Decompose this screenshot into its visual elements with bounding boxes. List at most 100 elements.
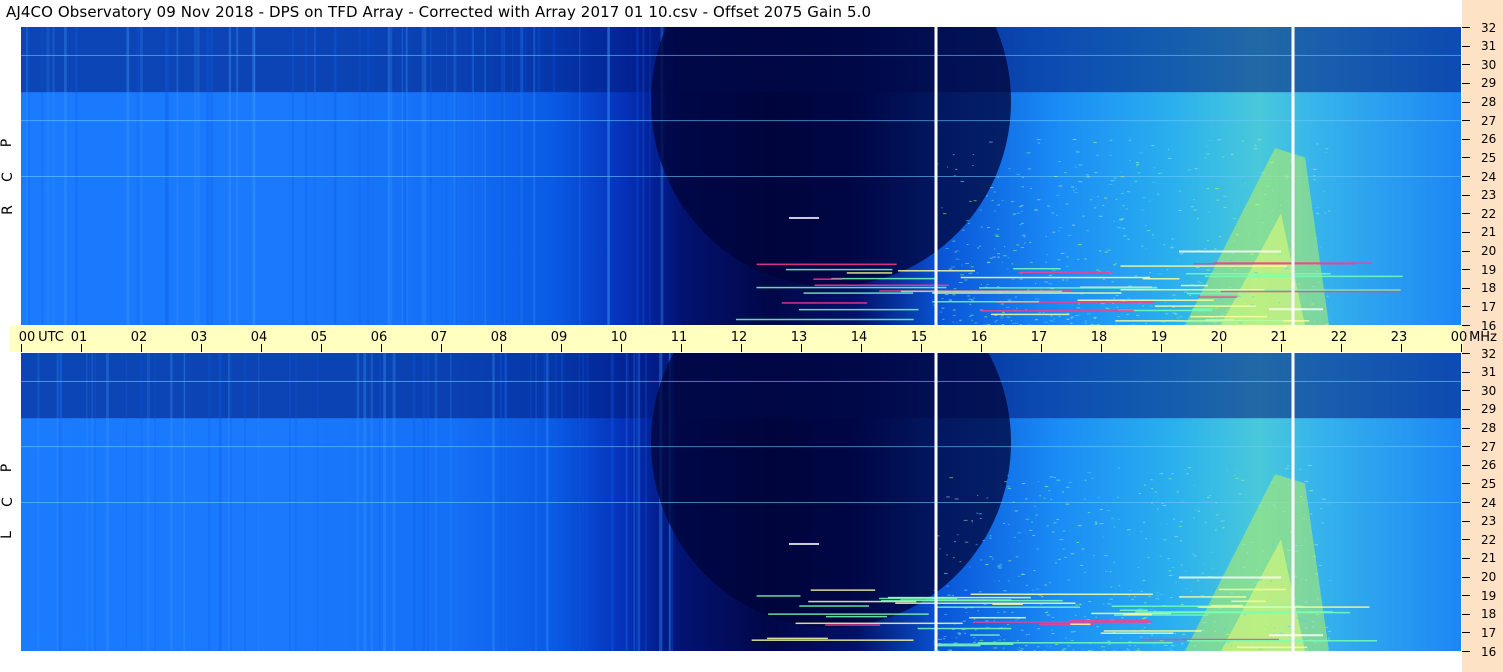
lcp-noise-dot — [1075, 604, 1079, 606]
rcp-noise-dot — [986, 195, 988, 197]
lcp-noise-dot — [989, 537, 992, 539]
lcp-noise-dot — [1159, 594, 1164, 596]
rcp-freq-tick-18 — [1462, 287, 1470, 289]
lcp-noise-dot — [1206, 496, 1210, 498]
rcp-noise-dot — [1067, 312, 1069, 314]
lcp-noise-dot — [1041, 596, 1044, 598]
rcp-burst — [990, 313, 1070, 316]
lcp-noise-dot — [1135, 649, 1140, 651]
rcp-freq-tick-29 — [1462, 82, 1470, 84]
rcp-noise-dot — [983, 324, 985, 325]
rcp-noise-dot — [1008, 168, 1011, 170]
lcp-noise-dot — [1119, 637, 1123, 639]
time-tick-label-5: 05 — [310, 330, 328, 345]
rcp-noise-dot — [1266, 323, 1271, 325]
rcp-noise-dot — [945, 247, 949, 249]
lcp-noise-dot — [1196, 580, 1200, 582]
lcp-noise-dot — [1058, 558, 1061, 560]
rcp-noise-dot — [1194, 168, 1198, 170]
lcp-noise-dot — [1044, 486, 1049, 488]
lcp-noise-dot — [1052, 531, 1055, 533]
lcp-noise-dot — [1327, 637, 1330, 639]
rcp-noise-dot — [1140, 209, 1145, 211]
rcp-noise-dot — [1058, 161, 1061, 163]
time-tick-mark-3 — [201, 344, 202, 352]
lcp-noise-dot — [1126, 649, 1130, 651]
rcp-noise-dot — [1120, 171, 1122, 173]
rcp-noise-dot — [1254, 145, 1258, 147]
lcp-noise-dot — [1110, 571, 1112, 573]
rcp-noise-dot — [1315, 237, 1317, 239]
lcp-noise-dot — [1127, 647, 1129, 649]
lcp-noise-dot — [1163, 539, 1167, 541]
lcp-noise-dot — [1215, 514, 1220, 516]
lcp-noise-dot — [1184, 588, 1189, 590]
lcp-noise-dot — [1170, 597, 1173, 599]
rcp-noise-dot — [1057, 259, 1061, 261]
rcp-freq-tick-32 — [1462, 27, 1470, 28]
rcp-noise-dot — [986, 323, 991, 325]
rcp-noise-dot — [1127, 297, 1131, 299]
lcp-noise-dot — [1275, 598, 1279, 600]
rcp-noise-dot — [989, 257, 993, 259]
rcp-noise-dot — [1298, 283, 1301, 285]
rcp-noise-dot — [1058, 230, 1060, 232]
rcp-noise-dot — [952, 321, 955, 323]
rcp-noise-dot — [1216, 291, 1220, 293]
lcp-freq-tick-27 — [1462, 446, 1470, 448]
lcp-noise-dot — [1056, 518, 1060, 520]
lcp-burst — [970, 593, 1153, 596]
lcp-noise-dot — [1234, 470, 1239, 472]
rcp-noise-dot — [1238, 322, 1242, 324]
rcp-noise-dot — [1027, 168, 1032, 170]
time-tick-mark-23 — [1401, 344, 1402, 352]
rcp-noise-dot — [1312, 175, 1316, 177]
rcp-burst — [932, 292, 1122, 294]
lcp-noise-dot — [1113, 650, 1116, 651]
lcp-noise-dot — [1154, 491, 1157, 493]
lcp-noise-dot — [1003, 639, 1006, 641]
rcp-noise-dot — [967, 295, 971, 297]
rcp-noise-dot — [1048, 283, 1053, 285]
rcp-noise-dot — [1136, 163, 1140, 165]
time-tick-label-15: 15 — [910, 330, 928, 345]
lcp-noise-dot — [1265, 628, 1269, 630]
rcp-noise-dot — [1077, 244, 1082, 246]
rcp-noise-dot — [1113, 297, 1115, 299]
lcp-noise-dot — [1232, 650, 1235, 651]
rcp-noise-dot — [991, 199, 994, 201]
rcp-noise-dot — [1176, 317, 1179, 319]
rcp-noise-dot — [1170, 247, 1173, 249]
lcp-noise-dot — [979, 639, 984, 641]
lcp-noise-dot — [1144, 616, 1148, 618]
rcp-freq-tick-26 — [1462, 138, 1470, 140]
rcp-noise-dot — [1016, 173, 1020, 175]
rcp-noise-dot — [1113, 220, 1116, 222]
lcp-noise-dot — [1070, 553, 1075, 555]
rcp-noise-dot — [1066, 256, 1069, 258]
lcp-noise-dot — [1241, 479, 1245, 481]
rcp-noise-dot — [1271, 244, 1275, 246]
lcp-noise-dot — [1281, 510, 1285, 512]
lcp-noise-dot — [1007, 624, 1010, 626]
lcp-noise-dot — [1250, 644, 1253, 646]
rcp-noise-dot — [1195, 267, 1200, 269]
rcp-noise-dot — [1066, 279, 1069, 281]
rcp-noise-dot — [1285, 175, 1289, 177]
time-tick-mark-0 — [21, 344, 22, 352]
rcp-burst — [798, 308, 919, 311]
rcp-noise-dot — [1278, 302, 1281, 304]
rcp-noise-dot — [1250, 304, 1254, 306]
lcp-noise-dot — [1050, 629, 1053, 631]
rcp-noise-dot — [1278, 255, 1282, 257]
lcp-noise-dot — [985, 620, 989, 622]
time-tick-label-18: 18 — [1090, 330, 1108, 345]
lcp-freq-tick-18 — [1462, 613, 1470, 615]
rcp-noise-dot — [1187, 169, 1191, 171]
lcp-noise-dot — [1316, 598, 1320, 600]
lcp-noise-dot — [1003, 522, 1006, 524]
rcp-burst — [846, 272, 893, 274]
lcp-rfi-line — [21, 502, 1461, 503]
rcp-noise-dot — [1264, 152, 1269, 154]
lcp-noise-dot — [1133, 596, 1136, 598]
